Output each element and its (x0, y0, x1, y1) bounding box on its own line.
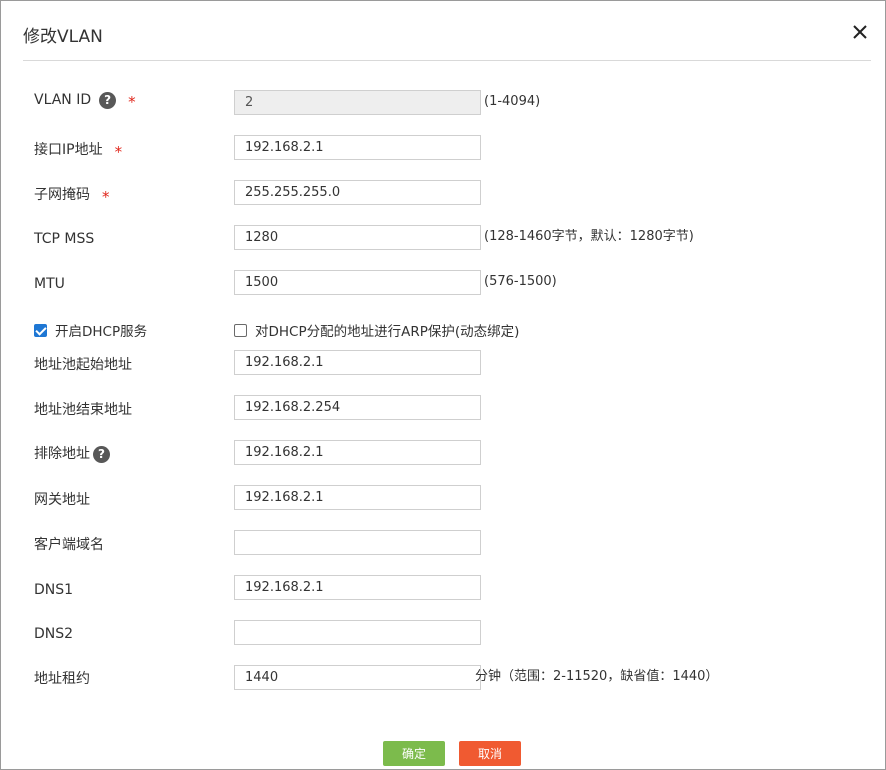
pool-end-label: 地址池结束地址 (34, 402, 132, 418)
subnet-mask-label: 子网掩码 (34, 187, 90, 203)
close-icon[interactable] (849, 21, 871, 43)
vlan-id-hint: (1-4094) (484, 94, 541, 109)
gateway-input[interactable] (234, 485, 481, 510)
pool-start-label-row: 地址池起始地址 (34, 356, 132, 374)
client-domain-label-row: 客户端域名 (34, 536, 104, 554)
arp-protect-checkbox[interactable] (234, 323, 247, 337)
client-domain-input[interactable] (234, 530, 481, 555)
modify-vlan-dialog: 修改VLAN VLAN ID ? * (1-4094) 接口IP地址 * 子网掩… (0, 0, 886, 770)
dns1-label: DNS1 (34, 582, 74, 598)
lease-label-row: 地址租约 (34, 670, 90, 688)
tcp-mss-label: TCP MSS (34, 231, 95, 247)
excluded-input[interactable] (234, 440, 481, 465)
tcp-mss-hint: (128-1460字节，默认：1280字节) (484, 229, 694, 244)
required-mark: * (114, 143, 123, 161)
subnet-mask-input[interactable] (234, 180, 481, 205)
pool-end-input[interactable] (234, 395, 481, 420)
pool-end-label-row: 地址池结束地址 (34, 401, 132, 419)
dns2-input[interactable] (234, 620, 481, 645)
vlan-id-input (234, 90, 481, 115)
enable-dhcp-option[interactable]: 开启DHCP服务 (34, 320, 147, 340)
pool-start-input[interactable] (234, 350, 481, 375)
dns1-input[interactable] (234, 575, 481, 600)
subnet-mask-label-row: 子网掩码 * (34, 186, 110, 206)
gateway-label-row: 网关地址 (34, 491, 90, 509)
dns1-label-row: DNS1 (34, 581, 73, 599)
dns2-label-row: DNS2 (34, 625, 73, 643)
interface-ip-label: 接口IP地址 (34, 142, 103, 158)
help-icon[interactable]: ? (99, 91, 117, 109)
excluded-label: 排除地址 (34, 446, 90, 462)
tcp-mss-label-row: TCP MSS (34, 230, 94, 248)
enable-dhcp-label: 开启DHCP服务 (55, 324, 148, 340)
mtu-hint: (576-1500) (484, 274, 557, 289)
dns2-label: DNS2 (34, 626, 74, 642)
arp-protect-label: 对DHCP分配的地址进行ARP保护(动态绑定) (255, 324, 520, 340)
help-icon[interactable]: ? (93, 445, 110, 463)
required-mark: * (128, 93, 136, 111)
mtu-label: MTU (34, 276, 65, 292)
client-domain-label: 客户端域名 (34, 537, 104, 553)
lease-hint: 分钟（范围：2-11520，缺省值：1440） (475, 669, 719, 684)
lease-input[interactable] (234, 665, 481, 690)
mtu-label-row: MTU (34, 275, 65, 293)
vlan-id-label: VLAN ID (34, 92, 92, 108)
title-divider (23, 60, 871, 61)
lease-label: 地址租约 (34, 671, 90, 687)
interface-ip-label-row: 接口IP地址 * (34, 141, 123, 161)
enable-dhcp-checkbox[interactable] (34, 323, 47, 337)
tcp-mss-input[interactable] (234, 225, 481, 250)
required-mark: * (102, 188, 110, 206)
gateway-label: 网关地址 (34, 492, 90, 508)
pool-start-label: 地址池起始地址 (34, 357, 132, 373)
arp-protect-option[interactable]: 对DHCP分配的地址进行ARP保护(动态绑定) (234, 320, 519, 340)
vlan-id-label-row: VLAN ID ? * (34, 91, 136, 111)
cancel-button[interactable]: 取消 (459, 741, 521, 766)
ok-button[interactable]: 确定 (383, 741, 445, 766)
dialog-title: 修改VLAN (23, 27, 103, 47)
interface-ip-input[interactable] (234, 135, 481, 160)
mtu-input[interactable] (234, 270, 481, 295)
excluded-label-row: 排除地址 ? (34, 445, 110, 463)
